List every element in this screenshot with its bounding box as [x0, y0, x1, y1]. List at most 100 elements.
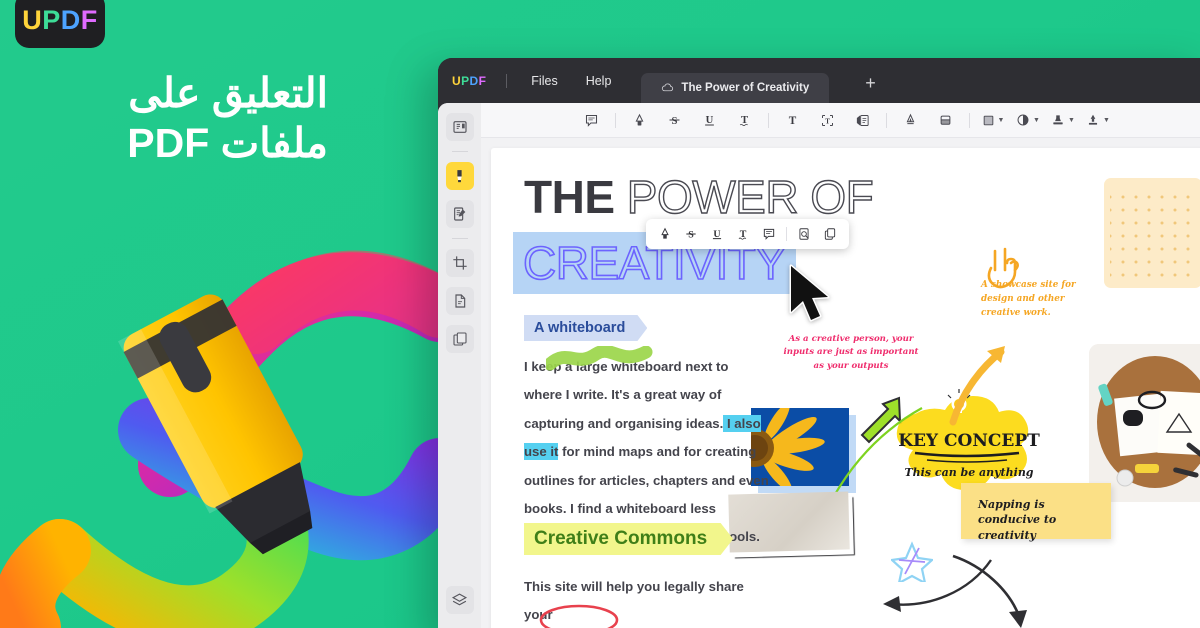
app-titlebar: UPDF Files Help The Power of Creativity … — [438, 58, 1200, 103]
toolbar-divider-1 — [614, 112, 616, 128]
orange-handwritten-note: A showcase site for design and other cre… — [981, 280, 1076, 319]
sidebar-divider-1 — [451, 151, 468, 152]
new-tab-button[interactable]: + — [851, 69, 890, 98]
promo-banner: UPDF التعليق على ملفات PDF UPDF Files He… — [0, 0, 1200, 628]
section-heading-creative-commons: Creative Commons — [524, 523, 734, 555]
underline-icon: U — [704, 115, 714, 126]
desk-flatlay-photo — [1089, 344, 1200, 502]
strikethrough-icon: S — [686, 230, 696, 241]
ctx-tool-strikethrough[interactable]: S — [678, 223, 704, 245]
tab-label: The Power of Creativity — [681, 81, 810, 94]
document-viewport[interactable]: KEY CONCEPT This can be anything Napping… — [481, 138, 1200, 628]
tool-pencil[interactable] — [897, 108, 924, 132]
sidebar-item-edit-pdf[interactable] — [445, 200, 474, 228]
sidebar-item-reader-view[interactable] — [445, 113, 474, 141]
sidebar-item-convert-pdf[interactable] — [445, 287, 474, 315]
chevron-down-icon: ▼ — [1103, 116, 1110, 124]
titlebar-logo: UPDF — [452, 74, 486, 88]
sidebar-item-batch-process[interactable] — [445, 325, 474, 353]
logo-letter-u: U — [22, 4, 43, 35]
updf-app-window: UPDF Files Help The Power of Creativity … — [438, 58, 1200, 628]
highlighter-icon — [635, 113, 643, 125]
tool-sticky-note[interactable] — [578, 108, 605, 132]
svg-text:T: T — [788, 115, 796, 127]
signature-icon — [1088, 114, 1098, 125]
ctx-tool-underline[interactable]: U — [704, 223, 730, 245]
convert-file-icon — [454, 294, 465, 308]
menu-files[interactable]: Files — [517, 70, 571, 92]
tool-shapes[interactable]: ▼ — [980, 108, 1007, 132]
titlebar-divider — [506, 73, 508, 88]
doc-body-paragraph: I keep a large whiteboard next to where … — [524, 353, 769, 552]
ctx-tool-search[interactable] — [791, 223, 817, 245]
sticky-note-text: Napping is conducive to creativity — [978, 498, 1057, 542]
pencil-icon — [906, 113, 914, 124]
tool-highlight[interactable] — [626, 108, 653, 132]
doc-title-thin: POWER OF — [626, 170, 874, 223]
tool-sticker[interactable]: ▼ — [1015, 108, 1042, 132]
dot-grid-icon — [1110, 186, 1196, 280]
underline-icon: U — [712, 229, 722, 240]
menu-help[interactable]: Help — [572, 70, 626, 92]
sidebar-item-annotate[interactable] — [445, 162, 474, 190]
text-icon: T — [788, 115, 796, 127]
green-scribble-highlight — [546, 346, 653, 371]
chevron-down-icon: ▼ — [997, 116, 1005, 124]
highlighter-icon — [661, 227, 669, 239]
ctx-tool-comment[interactable] — [756, 223, 782, 245]
book-reader-icon — [452, 121, 467, 133]
headline-line-2: ملفات PDF — [127, 120, 328, 167]
tool-signature[interactable]: ▼ — [1085, 108, 1112, 132]
tb-f: F — [478, 73, 487, 88]
headline-line-1: التعليق على — [128, 70, 328, 116]
sidebar-divider-2 — [451, 238, 468, 239]
tool-add-text[interactable]: T — [779, 108, 806, 132]
pink-connector-line — [833, 407, 923, 497]
toolbar-divider-2 — [767, 112, 769, 128]
mouse-cursor — [789, 264, 830, 322]
strikethrough-icon: S — [669, 116, 679, 127]
ctx-tool-copy[interactable] — [817, 223, 843, 245]
highlighter-icon — [457, 169, 462, 182]
main-pane: S U T T T ▼ ▼ ▼ ▼ KEY CONCEPT This can b… — [481, 103, 1200, 628]
tool-underline[interactable]: U — [696, 108, 723, 132]
tool-squiggly-underline[interactable]: T — [731, 108, 758, 132]
tool-strikethrough[interactable]: S — [661, 108, 688, 132]
black-arrow-down — [952, 554, 1027, 628]
tool-eraser[interactable] — [932, 108, 959, 132]
annotation-toolbar: S U T T T ▼ ▼ ▼ ▼ — [481, 103, 1200, 138]
ctx-tool-squiggly[interactable]: T — [730, 223, 756, 245]
sidebar-item-layers[interactable] — [445, 586, 474, 614]
svg-text:T: T — [825, 118, 830, 125]
document-tab[interactable]: The Power of Creativity — [641, 72, 830, 103]
tb-u: U — [452, 73, 462, 88]
ctx-tool-highlight[interactable] — [652, 223, 678, 245]
comment-icon — [585, 114, 597, 127]
tool-text-callout[interactable] — [849, 108, 876, 132]
tb-d: D — [469, 73, 479, 88]
crop-pages-icon — [452, 256, 467, 270]
doc-title-bold: THE — [524, 171, 615, 223]
toolbar-divider-4 — [968, 112, 970, 128]
svg-text:S: S — [688, 230, 694, 241]
stamp-icon — [1053, 115, 1063, 125]
tool-text-box[interactable]: T — [814, 108, 841, 132]
dot-grid-pad — [1104, 178, 1200, 288]
section-heading-whiteboard: A whiteboard — [524, 315, 648, 341]
squiggly-icon: T — [738, 229, 747, 240]
callout-icon — [856, 114, 869, 126]
sidebar-item-organize-pages[interactable] — [445, 249, 474, 277]
search-document-icon — [799, 228, 809, 240]
square-shape-icon — [983, 115, 993, 125]
pdf-page: KEY CONCEPT This can be anything Napping… — [491, 148, 1200, 628]
updf-logo-text: UPDF — [22, 4, 98, 35]
chevron-down-icon: ▼ — [1033, 116, 1040, 124]
logo-letter-f: F — [80, 4, 98, 35]
batch-copy-icon — [452, 332, 467, 346]
textbox-icon: T — [821, 114, 833, 126]
app-body: S U T T T ▼ ▼ ▼ ▼ KEY CONCEPT This can b… — [438, 103, 1200, 628]
doc-title-line-1: THE POWER OF — [524, 170, 874, 224]
layers-icon — [451, 592, 468, 605]
tool-stamp[interactable]: ▼ — [1050, 108, 1077, 132]
desk-photo-graphic — [1089, 344, 1200, 502]
